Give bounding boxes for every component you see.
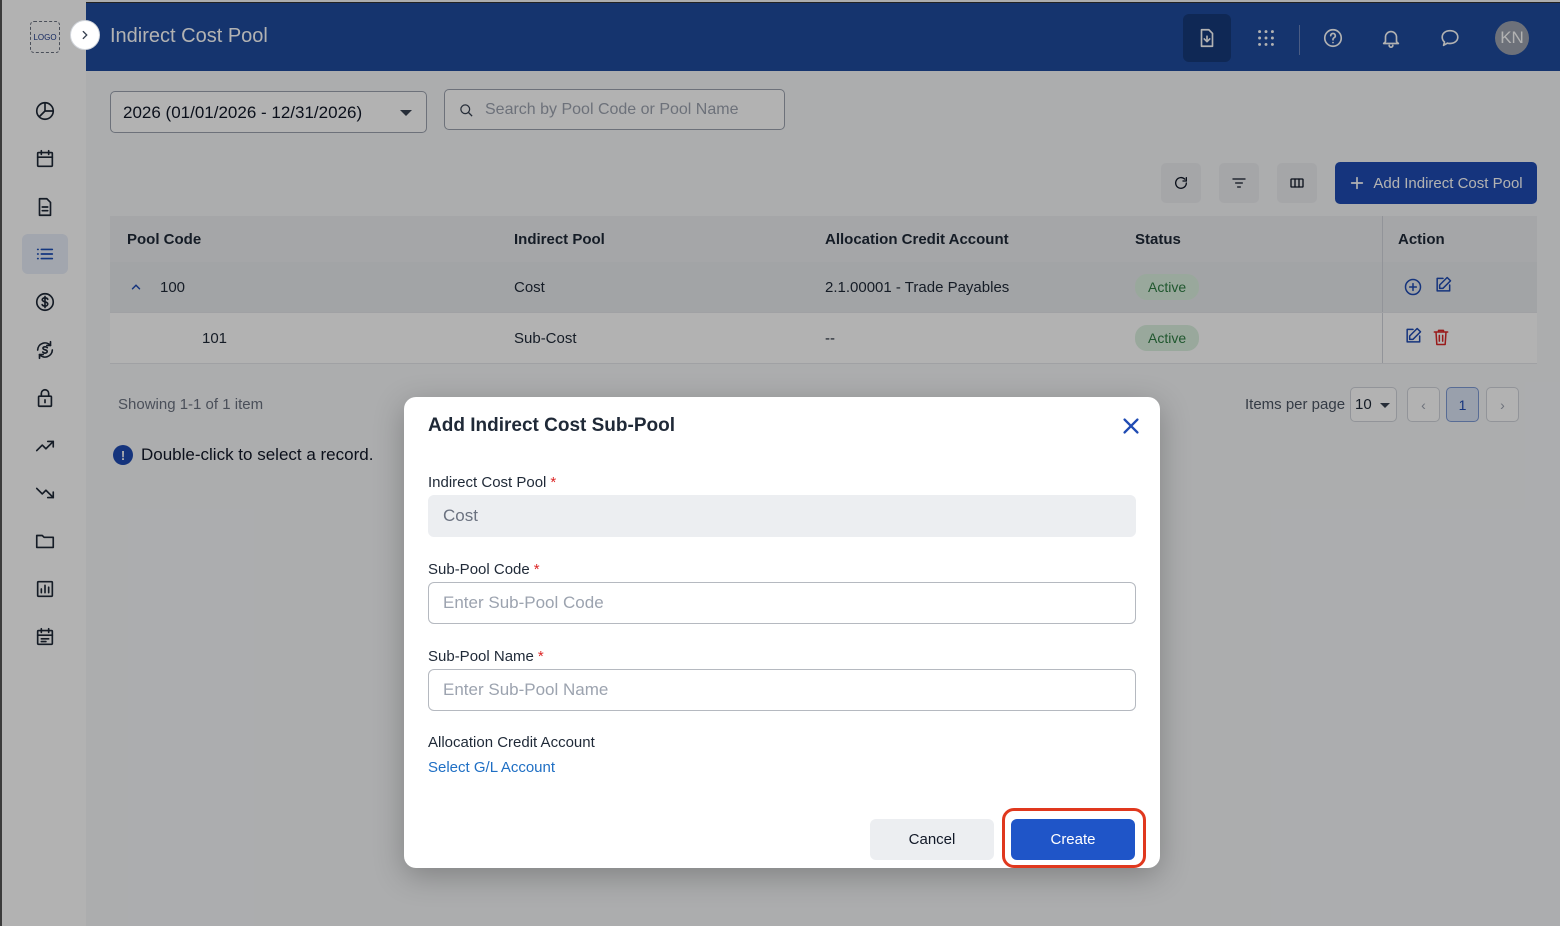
dialog-title: Add Indirect Cost Sub-Pool [428, 415, 675, 436]
sub-pool-name-input[interactable] [428, 669, 1136, 711]
code-label-text: Sub-Pool Code [428, 561, 530, 578]
sub-pool-code-input[interactable] [428, 582, 1136, 624]
chevron-right-icon [82, 30, 88, 40]
close-icon[interactable] [1120, 415, 1142, 437]
cancel-button[interactable]: Cancel [870, 819, 994, 860]
indirect-cost-pool-field: Cost [428, 495, 1136, 537]
add-sub-pool-dialog: Add Indirect Cost Sub-Pool Indirect Cost… [404, 397, 1160, 868]
required-mark: * [550, 474, 557, 491]
name-label-text: Sub-Pool Name [428, 648, 534, 665]
pool-label-text: Indirect Cost Pool [428, 474, 547, 491]
name-field-label: Sub-Pool Name * [428, 648, 544, 665]
create-button[interactable]: Create [1011, 819, 1135, 860]
sidebar-expand-button[interactable] [70, 20, 100, 50]
allocation-account-label: Allocation Credit Account [428, 734, 595, 751]
select-gl-account-link[interactable]: Select G/L Account [428, 759, 555, 776]
required-mark: * [533, 561, 540, 578]
code-field-label: Sub-Pool Code * [428, 561, 540, 578]
required-mark: * [537, 648, 544, 665]
pool-field-label: Indirect Cost Pool * [428, 474, 556, 491]
